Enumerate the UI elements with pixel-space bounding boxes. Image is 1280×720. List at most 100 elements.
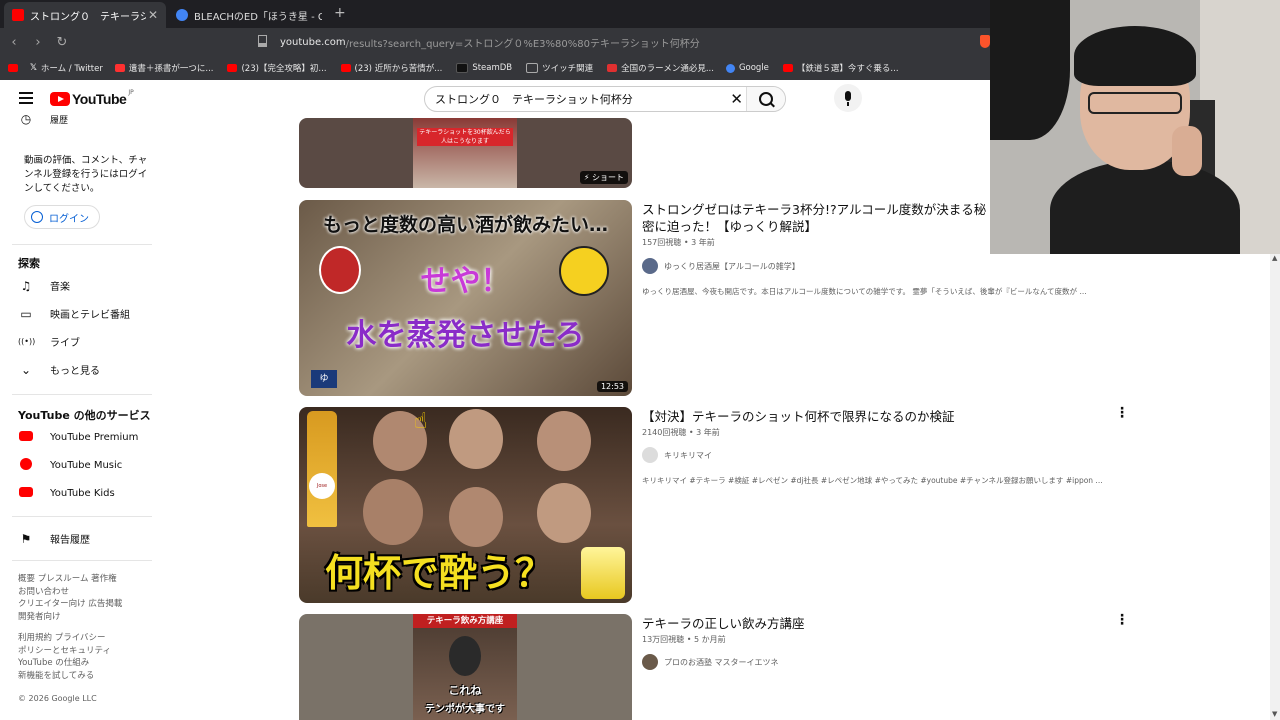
bookmark-item[interactable]: SteamDB xyxy=(456,63,512,73)
footer-links-primary: 概要 プレスルーム 著作権 お問い合わせ クリエイター向け 広告掲載 開発者向け xyxy=(18,573,138,623)
video-thumbnail[interactable]: テキーラショットを30杯飲んだら人はこうなります ⚡ ショート xyxy=(299,118,632,188)
search-icon xyxy=(759,92,773,106)
person-face xyxy=(537,483,591,543)
reload-button[interactable]: ↻ xyxy=(52,35,72,50)
footer-link[interactable]: 概要 xyxy=(18,574,35,584)
footer-link[interactable]: YouTube の仕組み xyxy=(18,658,89,668)
bookmark-label: ホーム / Twitter xyxy=(40,64,103,74)
footer-link[interactable]: プレスルーム xyxy=(38,574,89,584)
bookmark-folder[interactable]: ツイッチ関連 xyxy=(526,62,593,74)
sidebar-item-label: 履歴 xyxy=(50,115,69,126)
bookmark-label: (23) 近所から苦情が... xyxy=(354,64,443,74)
thumbnail-caption: これね xyxy=(448,684,482,697)
footer-link[interactable]: 利用規約 xyxy=(18,633,52,643)
footer-link[interactable]: ポリシーとセキュリティ xyxy=(18,646,111,656)
close-tab-icon[interactable]: ✕ xyxy=(148,8,158,22)
scroll-up-icon[interactable]: ▲ xyxy=(1272,254,1277,262)
bookmark-item[interactable]: Google xyxy=(725,63,769,73)
sidebar-item-movies[interactable]: ▭ 映画とテレビ番組 xyxy=(18,306,130,322)
back-button[interactable]: ‹ xyxy=(4,35,24,50)
chevron-down-icon: ⌄ xyxy=(20,362,32,377)
bookmark-item[interactable]: 【鉄道５選】今すぐ乗る... xyxy=(782,62,899,74)
url-path: /results?search_query=ストロング０%E3%80%80テキー… xyxy=(345,38,700,50)
bottle-label: Jose Cuervo xyxy=(309,473,335,499)
youtube-bookmark-icon xyxy=(8,64,18,72)
sidebar-item-youtube-kids[interactable]: YouTube Kids xyxy=(18,486,115,500)
channel-link[interactable]: ゆっくり居酒屋【アルコールの雑学】 xyxy=(642,258,800,274)
video-title[interactable]: テキーラの正しい飲み方講座 xyxy=(642,615,1042,632)
sidebar-item-label: 映画とテレビ番組 xyxy=(50,310,130,321)
page-scrollbar[interactable]: ▲ ▼ xyxy=(1270,254,1280,720)
channel-link[interactable]: キリキリマイ xyxy=(642,447,712,463)
bookmark-item[interactable]: 𝕏 ホーム / Twitter xyxy=(30,62,103,74)
bookmark-item[interactable]: 遺書＋孫書が一つに... xyxy=(114,62,213,74)
thumbnail-image: テキーラ飲み方講座 これね テンポが大事です xyxy=(413,614,517,720)
video-meta: 157回視聴 • 3 年前 xyxy=(642,238,715,247)
person-head xyxy=(449,636,481,676)
duration-badge: 12:53 xyxy=(596,381,628,392)
video-title[interactable]: ストロングゼロはテキーラ3杯分!?アルコール度数が決まる秘密に迫った！【ゆっくり… xyxy=(642,201,994,235)
footer-link[interactable]: プライバシー xyxy=(55,633,106,643)
person-hand xyxy=(1172,126,1202,176)
person-face xyxy=(363,479,423,545)
bookmark-item[interactable]: (23) 近所から苦情が... xyxy=(340,62,443,74)
upload-age: 5 か月前 xyxy=(694,635,726,644)
login-button-label: ログイン xyxy=(49,213,89,225)
hand-cursor-icon: ☝ xyxy=(414,409,428,434)
sidebar-item-music[interactable]: ♫ 音楽 xyxy=(18,278,70,294)
person-face xyxy=(449,487,503,547)
footer-link[interactable]: 著作権 xyxy=(91,574,117,584)
search-box[interactable]: ストロング０ テキーラショット何杯分 ✕ xyxy=(424,86,786,112)
explore-heading: 探索 xyxy=(18,257,40,270)
sidebar-item-history[interactable]: ◷ 履歴 xyxy=(18,112,68,126)
voice-search-icon[interactable] xyxy=(834,84,862,112)
logo-region: JP xyxy=(128,88,134,96)
tab-title: ストロング０ テキーラショット何杯分 xyxy=(30,11,146,23)
footer-link[interactable]: 新機能を試してみる xyxy=(18,671,94,681)
bookmark-icon[interactable] xyxy=(258,35,267,47)
clear-search-icon[interactable]: ✕ xyxy=(730,90,743,108)
footer-link[interactable]: 広告掲載 xyxy=(88,599,122,609)
search-button[interactable] xyxy=(746,87,785,111)
more-actions-icon[interactable]: ⋮ xyxy=(1115,405,1129,421)
address-bar[interactable]: youtube.com /results?search_query=ストロング０… xyxy=(280,32,700,52)
sidebar-item-show-more[interactable]: ⌄ もっと見る xyxy=(18,362,100,378)
youtube-logo[interactable]: YouTube JP xyxy=(50,88,134,107)
sidebar-item-youtube-premium[interactable]: YouTube Premium xyxy=(18,430,138,444)
bookmark-item[interactable]: (23)【完全攻略】初... xyxy=(227,62,327,74)
forward-button[interactable]: › xyxy=(28,35,48,50)
person-hair xyxy=(1074,26,1196,86)
video-title[interactable]: 【対決】テキーラのショット何杯で限界になるのか検証 xyxy=(642,408,1042,425)
search-input[interactable]: ストロング０ テキーラショット何杯分 xyxy=(435,91,633,107)
brave-shield-icon[interactable] xyxy=(980,35,990,48)
more-actions-icon[interactable]: ⋮ xyxy=(1115,612,1129,628)
copyright: © 2026 Google LLC xyxy=(18,694,97,703)
footer-link[interactable]: クリエイター向け xyxy=(18,599,86,609)
person-face xyxy=(537,411,591,471)
scroll-down-icon[interactable]: ▼ xyxy=(1272,710,1277,718)
bookmark-item[interactable] xyxy=(8,64,22,72)
sidebar-item-live[interactable]: ((•)) ライブ xyxy=(18,334,80,349)
video-thumbnail[interactable]: テキーラ飲み方講座 これね テンポが大事です xyxy=(299,614,632,720)
sidebar-item-report-history[interactable]: ⚑ 報告履歴 xyxy=(18,531,90,547)
new-tab-button[interactable]: + xyxy=(334,5,346,21)
bookmark-item[interactable]: 全国のラーメン通必見... xyxy=(607,62,714,74)
account-icon xyxy=(31,211,43,223)
bookmark-label: SteamDB xyxy=(472,63,513,73)
channel-name: ゆっくり居酒屋【アルコールの雑学】 xyxy=(664,261,800,271)
channel-corner-icon: ゆ xyxy=(311,370,337,388)
tab-google-search[interactable]: BLEACHのED「ほうき星 - Google 検索 xyxy=(168,2,330,28)
video-thumbnail[interactable]: Jose Cuervo 何杯で酔う？ xyxy=(299,407,632,603)
footer-link[interactable]: 開発者向け xyxy=(18,612,61,622)
video-thumbnail[interactable]: もっと度数の高い酒が飲みたい… せや！ 水を蒸発させたろ ゆ 12:53 xyxy=(299,200,632,396)
channel-name: プロのお酒塾 マスターイエツネ xyxy=(664,657,779,667)
tab-youtube-search[interactable]: ストロング０ テキーラショット何杯分 ✕ xyxy=(4,2,166,28)
webcam-overlay xyxy=(990,0,1280,254)
footer-link[interactable]: お問い合わせ xyxy=(18,587,69,597)
channel-link[interactable]: プロのお酒塾 マスターイエツネ xyxy=(642,654,778,670)
menu-icon[interactable] xyxy=(19,92,33,107)
sidebar-item-youtube-music[interactable]: YouTube Music xyxy=(18,458,122,473)
bookmarks-bar: 𝕏 ホーム / Twitter 遺書＋孫書が一つに... (23)【完全攻略】初.… xyxy=(0,56,990,80)
shorts-badge: ⚡ ショート xyxy=(579,171,628,184)
login-button[interactable]: ログイン xyxy=(24,205,100,229)
